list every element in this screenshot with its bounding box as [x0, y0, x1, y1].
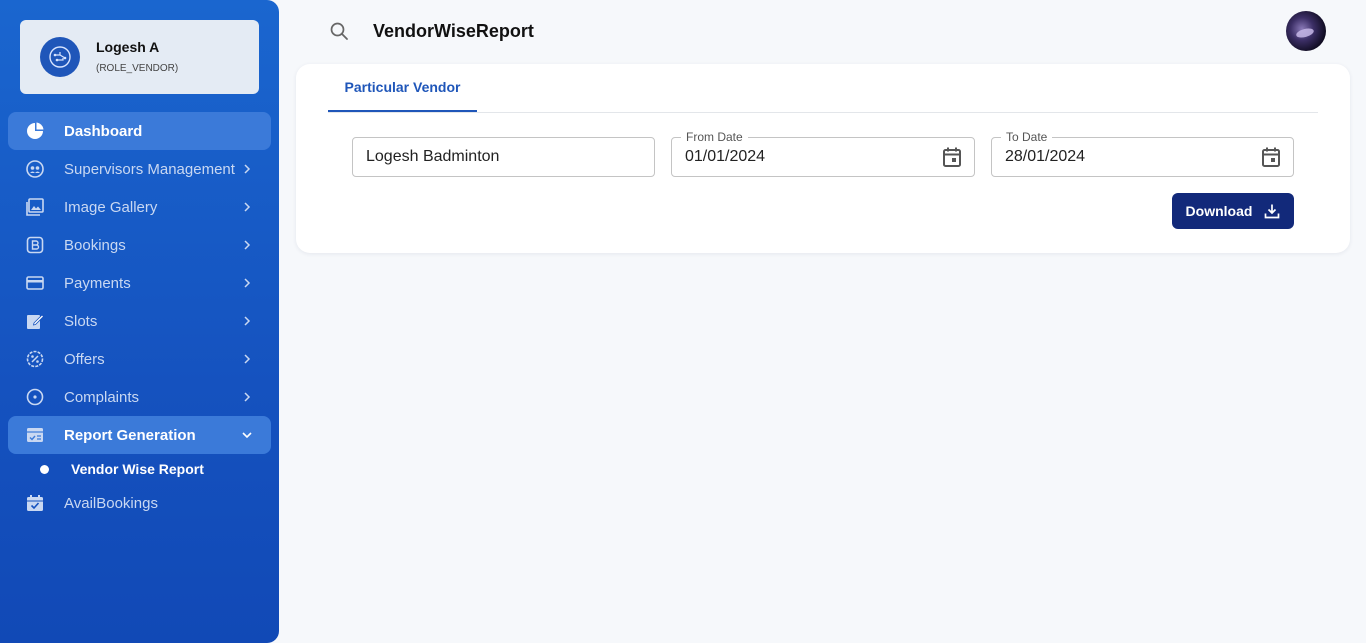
complaint-icon — [26, 388, 44, 406]
credit-card-icon — [26, 274, 44, 292]
profile-name: Logesh A — [96, 39, 160, 55]
profile-role: (ROLE_VENDOR) — [96, 63, 179, 74]
sidebar-item-report-generation[interactable]: Report Generation — [8, 416, 271, 454]
from-date-value: 01/01/2024 — [685, 148, 766, 165]
chevron-right-icon — [241, 391, 253, 403]
sidebar-item-complaints[interactable]: Complaints — [8, 378, 271, 416]
to-date-label: To Date — [1001, 130, 1053, 144]
sidebar-subitem-label: Vendor Wise Report — [71, 461, 204, 477]
sidebar-item-payments[interactable]: Payments — [8, 264, 271, 302]
sidebar-item-dashboard[interactable]: Dashboard — [8, 112, 271, 150]
sidebar-item-label: AvailBookings — [64, 494, 158, 512]
from-date-label: From Date — [681, 130, 748, 144]
chevron-right-icon — [241, 353, 253, 365]
sidebar-item-bookings[interactable]: Bookings — [8, 226, 271, 264]
avatar — [40, 37, 80, 77]
chevron-right-icon — [241, 163, 253, 175]
pie-chart-icon — [26, 122, 44, 140]
from-date-field[interactable]: From Date 01/01/2024 — [671, 130, 975, 177]
bullet-icon — [40, 464, 49, 474]
sidebar-item-label: Complaints — [64, 388, 140, 406]
to-date-field[interactable]: To Date 28/01/2024 — [991, 130, 1294, 177]
sidebar-item-availbookings[interactable]: AvailBookings — [8, 484, 271, 522]
discount-icon — [26, 350, 44, 368]
brain-circuit-icon — [49, 46, 71, 68]
report-card: Particular Vendor Logesh Badminton From … — [296, 64, 1350, 253]
gallery-icon — [26, 198, 44, 216]
sidebar-item-supervisors-management[interactable]: Supervisors Management — [8, 150, 271, 188]
sidebar-item-label: Offers — [64, 350, 105, 368]
calendar-check-icon — [26, 494, 44, 512]
chevron-right-icon — [241, 277, 253, 289]
calendar-icon[interactable] — [941, 146, 963, 168]
profile-card[interactable]: Logesh A (ROLE_VENDOR) — [20, 20, 259, 94]
calendar-icon[interactable] — [1260, 146, 1282, 168]
bookings-icon — [26, 236, 44, 254]
chevron-right-icon — [241, 315, 253, 327]
sidebar-item-label: Image Gallery — [64, 198, 158, 216]
sidebar-item-label: Report Generation — [64, 426, 196, 444]
download-button[interactable]: Download — [1172, 193, 1294, 229]
chevron-right-icon — [241, 239, 253, 251]
download-label: Download — [1185, 203, 1253, 219]
download-icon — [1265, 204, 1280, 219]
page-title: VendorWiseReport — [373, 21, 534, 41]
sidebar-item-offers[interactable]: Offers — [8, 340, 271, 378]
vendor-value: Logesh Badminton — [366, 148, 500, 165]
search-icon[interactable] — [329, 21, 349, 41]
sidebar-item-label: Supervisors Management — [64, 160, 235, 178]
sidebar-item-label: Bookings — [64, 236, 126, 254]
sidebar-item-label: Slots — [64, 312, 98, 330]
vendor-select[interactable]: Logesh Badminton — [352, 137, 655, 177]
sidebar-item-image-gallery[interactable]: Image Gallery — [8, 188, 271, 226]
tab-particular-vendor[interactable]: Particular Vendor — [328, 64, 477, 112]
sidebar-item-label: Payments — [64, 274, 131, 292]
to-date-value: 28/01/2024 — [1005, 148, 1086, 165]
report-icon — [26, 426, 44, 444]
chevron-right-icon — [241, 201, 253, 213]
sidebar-item-slots[interactable]: Slots — [8, 302, 271, 340]
tab-divider — [328, 112, 1318, 113]
supervisor-icon — [26, 160, 44, 178]
sidebar-item-label: Dashboard — [64, 122, 143, 140]
chevron-down-icon — [241, 429, 253, 441]
edit-note-icon — [26, 312, 44, 330]
tab-label: Particular Vendor — [344, 79, 461, 95]
user-avatar[interactable] — [1286, 11, 1326, 51]
sidebar: Logesh A (ROLE_VENDOR) Dashboard Supervi… — [0, 0, 279, 643]
sidebar-subitem-vendor-wise-report[interactable]: Vendor Wise Report — [40, 459, 204, 479]
